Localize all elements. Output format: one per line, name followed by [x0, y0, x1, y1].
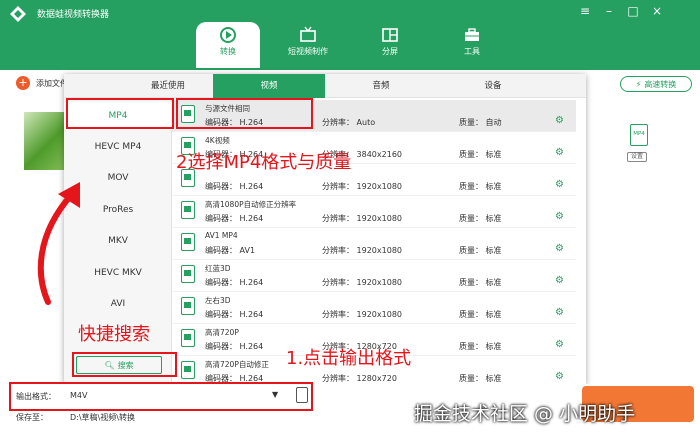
- format-title: 左右3D: [205, 296, 231, 305]
- plus-icon: +: [16, 76, 30, 90]
- highlight-mp4-category: [66, 98, 174, 129]
- format-quality: 质量： 标准: [459, 310, 502, 319]
- annotation-step2: 2选择MP4格式与质量: [176, 152, 352, 173]
- gear-icon[interactable]: ⚙: [555, 243, 564, 254]
- format-option-av1[interactable]: AV1 MP4 编码器： AV1 分辨率： 1920x1080 质量： 标准 ⚙: [172, 228, 576, 260]
- gear-icon[interactable]: ⚙: [555, 115, 564, 126]
- format-quality: 质量： 标准: [459, 278, 502, 287]
- gear-icon[interactable]: ⚙: [555, 371, 564, 382]
- save-to-label: 保存至：: [16, 413, 48, 422]
- tab-recent[interactable]: 最近使用: [108, 74, 228, 98]
- format-title: 高清1080P自动修正分辨率: [205, 200, 297, 209]
- tab-device[interactable]: 设备: [437, 74, 549, 98]
- video-format-icon: [181, 201, 195, 219]
- nav-tab-convert[interactable]: 转换: [196, 22, 260, 68]
- app-title: 数据蛙视频转换器: [37, 10, 110, 20]
- gear-icon[interactable]: ⚙: [555, 211, 564, 222]
- gear-icon[interactable]: ⚙: [555, 339, 564, 350]
- tab-video[interactable]: 视频: [213, 74, 325, 98]
- video-format-icon: [181, 361, 195, 379]
- 3d-format-icon: [181, 297, 195, 315]
- nav-tab-tools[interactable]: 工具: [440, 22, 504, 68]
- quick-convert-button[interactable]: ⚡ 高速转换: [620, 76, 692, 92]
- format-title: AV1 MP4: [205, 231, 238, 240]
- app-window: 数据蛙视频转换器 ≡ – □ × 转换 短视频制作 分屏 工具 + 添加文件 ⚡…: [0, 0, 700, 443]
- format-codec: 编码器： AV1: [205, 246, 256, 255]
- maximize-icon[interactable]: □: [625, 4, 641, 18]
- format-title: 高清720P自动修正: [205, 360, 269, 369]
- annotation-quick-search: 快捷搜索: [78, 324, 150, 345]
- format-resolution: 分辨率： Auto: [322, 118, 376, 127]
- format-quality: 质量： 标准: [459, 150, 502, 159]
- format-codec: 编码器： H.264: [205, 278, 264, 287]
- tv-icon: [300, 26, 316, 42]
- split-screen-icon: [382, 28, 398, 42]
- format-resolution: 分辨率： 1920x1080: [322, 246, 402, 255]
- format-option-red-blue-3d[interactable]: 红蓝3D 编码器： H.264 分辨率： 1920x1080 质量： 标准 ⚙: [172, 260, 576, 292]
- format-resolution: 分辨率： 1280x720: [322, 374, 397, 383]
- settings-button[interactable]: 设置: [627, 152, 647, 162]
- highlight-output-format: [9, 382, 313, 411]
- format-quality: 质量： 标准: [459, 182, 502, 191]
- app-logo-icon: [10, 6, 26, 22]
- nav-tab-label: 短视频制作: [288, 47, 328, 56]
- format-title: 红蓝3D: [205, 264, 231, 273]
- highlight-same-as-source: [176, 98, 313, 129]
- category-hevc-mp4[interactable]: HEVC MP4: [64, 133, 172, 161]
- toolbox-icon: [465, 28, 479, 41]
- format-title: 高清720P: [205, 328, 239, 337]
- 3d-format-icon: [181, 265, 195, 283]
- nav-tab-label: 分屏: [382, 47, 398, 56]
- format-quality: 质量： 标准: [459, 214, 502, 223]
- format-quality: 质量： 标准: [459, 342, 502, 351]
- format-quality: 质量： 标准: [459, 246, 502, 255]
- save-path[interactable]: D:\草稿\视频\转换: [70, 412, 135, 423]
- format-tabs: 最近使用 视频 音频 设备: [64, 74, 586, 98]
- format-resolution: 分辨率： 1920x1080: [322, 214, 402, 223]
- format-quality: 质量： 标准: [459, 374, 502, 383]
- lightning-icon: ⚡: [635, 79, 642, 89]
- minimize-icon[interactable]: –: [601, 4, 617, 18]
- format-resolution: 分辨率： 1920x1080: [322, 278, 402, 287]
- format-resolution: 分辨率： 1920x1080: [322, 182, 402, 191]
- annotation-step1: 1.点击输出格式: [286, 348, 412, 369]
- add-file-button[interactable]: + 添加文件: [16, 76, 68, 90]
- video-format-icon: [181, 233, 195, 251]
- gear-icon[interactable]: ⚙: [555, 147, 564, 158]
- format-codec: 编码器： H.264: [205, 182, 264, 191]
- watermark: 掘金技术社区 @ 小明助手: [414, 403, 636, 425]
- gear-icon[interactable]: ⚙: [555, 179, 564, 190]
- red-arrow-icon: [37, 182, 80, 305]
- format-option-list: 与源文件相同 编码器： H.264 分辨率： Auto 质量： 自动 ⚙ 4K视…: [172, 98, 586, 385]
- nav-tab-label: 工具: [464, 47, 480, 56]
- gear-icon[interactable]: ⚙: [555, 275, 564, 286]
- format-codec: 编码器： H.264: [205, 310, 264, 319]
- menu-icon[interactable]: ≡: [577, 4, 593, 18]
- format-option-side-by-side-3d[interactable]: 左右3D 编码器： H.264 分辨率： 1920x1080 质量： 标准 ⚙: [172, 292, 576, 324]
- video-format-icon: [181, 329, 195, 347]
- format-quality: 质量： 自动: [459, 118, 502, 127]
- highlight-search: [72, 352, 177, 377]
- close-icon[interactable]: ×: [649, 4, 665, 18]
- tab-audio[interactable]: 音频: [325, 74, 437, 98]
- convert-icon: [220, 27, 236, 43]
- format-resolution: 分辨率： 1920x1080: [322, 310, 402, 319]
- format-codec: 编码器： H.264: [205, 342, 264, 351]
- video-thumbnail[interactable]: [24, 112, 68, 170]
- title-bar: 数据蛙视频转换器 ≡ – □ × 转换 短视频制作 分屏 工具: [0, 0, 700, 70]
- quick-convert-label: 高速转换: [644, 79, 677, 89]
- format-badge-icon[interactable]: MP4: [630, 124, 648, 146]
- format-codec: 编码器： H.264: [205, 214, 264, 223]
- nav-tab-short-video[interactable]: 短视频制作: [276, 22, 340, 68]
- format-title: 4K视频: [205, 136, 230, 145]
- format-option-1080p-auto[interactable]: 高清1080P自动修正分辨率 编码器： H.264 分辨率： 1920x1080…: [172, 196, 576, 228]
- nav-tab-split-screen[interactable]: 分屏: [358, 22, 422, 68]
- gear-icon[interactable]: ⚙: [555, 307, 564, 318]
- nav-tab-label: 转换: [220, 47, 236, 56]
